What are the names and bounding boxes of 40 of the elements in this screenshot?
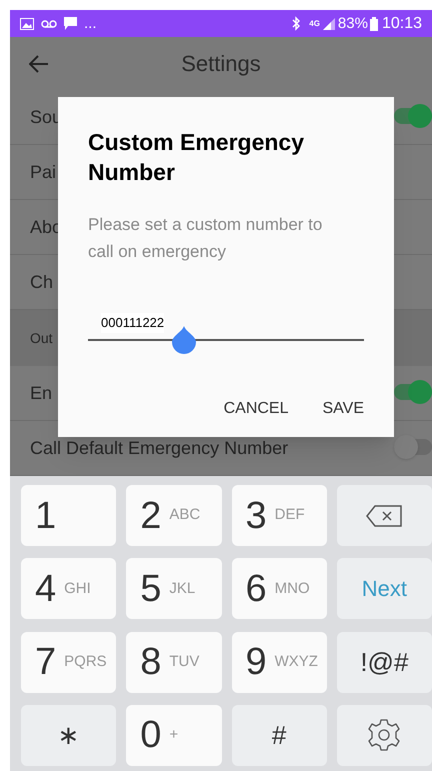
digit-key[interactable]: 7 PQRS (21, 632, 116, 692)
digit-key[interactable]: 1 (21, 485, 116, 546)
setting-label: En (30, 382, 52, 404)
dialog-title: Custom Emergency Number (88, 128, 306, 187)
voicemail-icon (41, 20, 57, 28)
cursor-handle-icon[interactable] (172, 326, 196, 354)
bluetooth-icon (291, 16, 302, 31)
settings-key[interactable] (336, 704, 432, 766)
screen-title: Settings (181, 50, 261, 78)
digit-key[interactable]: 8 TUV (126, 632, 222, 692)
digit-key[interactable]: 0 + (126, 704, 222, 766)
setting-label: Pai (30, 160, 56, 184)
backspace-key[interactable] (336, 485, 432, 546)
clock: 10:13 (382, 16, 422, 32)
settings-icon (367, 718, 402, 752)
signal-icon (322, 18, 335, 30)
image-icon (20, 18, 34, 30)
dialog-message: Please set a custom number to call on emergency (88, 214, 324, 263)
digit-key[interactable]: 5 JKL (126, 558, 222, 620)
digit-key[interactable]: 2 ABC (126, 485, 222, 546)
setting-label: Call Default Emergency Number (30, 436, 288, 460)
backspace-icon (366, 504, 402, 526)
battery-icon (370, 16, 378, 30)
more-notifications: ... (84, 16, 97, 31)
symbol-key[interactable]: ∗ (21, 704, 116, 766)
digit-key[interactable]: 6 MNO (232, 558, 327, 620)
back-arrow-icon[interactable] (29, 54, 49, 72)
field-value: 000111222 (101, 313, 164, 332)
digit-key[interactable]: 9 WXYZ (232, 632, 327, 692)
symbol-key[interactable]: !@# (336, 632, 432, 692)
network-type: 4G (309, 20, 320, 28)
digit-key[interactable]: 3 DEF (232, 485, 327, 546)
chat-bubble-icon (63, 16, 78, 31)
battery-percent: 83% (338, 16, 368, 31)
symbol-key[interactable]: # (232, 704, 327, 766)
dialog-button[interactable]: CANCEL (224, 397, 288, 421)
setting-label: Ch (30, 270, 54, 294)
section-header: Out (30, 328, 53, 348)
dialog-button[interactable]: SAVE (322, 397, 364, 421)
digit-key[interactable]: 4 GHI (21, 558, 116, 620)
